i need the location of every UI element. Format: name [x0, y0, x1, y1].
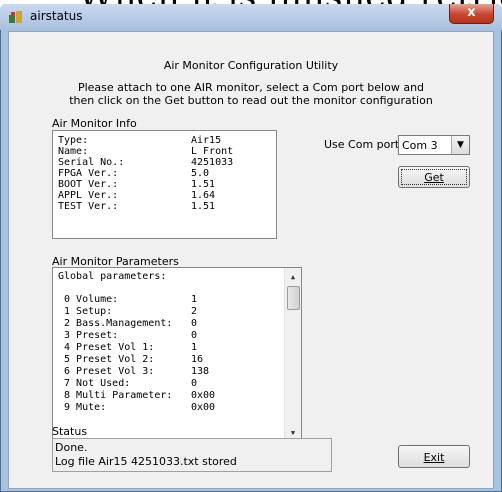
status-label: Status: [52, 425, 88, 438]
info-key: TEST Ver.:: [58, 201, 119, 212]
info-key: Serial No.:: [58, 157, 125, 168]
info-row: APPL Ver.: 1.64: [58, 190, 215, 201]
param-row: 0 Volume: 1: [58, 294, 197, 305]
get-button-label: Get: [424, 171, 444, 184]
param-value: 16: [191, 354, 204, 365]
param-value: 138: [191, 366, 210, 377]
param-key: 6 Preset Vol 3:: [58, 366, 155, 377]
info-key: Type:: [58, 135, 89, 146]
info-value: Air15: [191, 135, 222, 146]
app-heading: Air Monitor Configuration Utility: [163, 59, 339, 72]
param-value: 0: [191, 378, 198, 389]
param-value: 2: [191, 306, 198, 317]
scroll-up-icon[interactable]: ▲: [285, 270, 301, 284]
status-line-1: Done.: [55, 441, 88, 454]
info-row: FPGA Ver.: 5.0: [58, 168, 209, 179]
instructions-line-1: Please attach to one AIR monitor, select…: [77, 81, 425, 94]
com-port-label: Use Com port:: [324, 138, 403, 151]
param-row: 1 Setup: 2: [58, 306, 197, 317]
status-line-2: Log file Air15 4251033.txt stored: [55, 455, 237, 468]
param-row: 2 Bass.Management: 0: [58, 318, 197, 329]
info-value: 1.51: [191, 201, 216, 212]
info-key: FPGA Ver.:: [58, 168, 119, 179]
info-value: L Front: [191, 146, 234, 157]
param-row: 5 Preset Vol 2: 16: [58, 354, 203, 365]
info-key: APPL Ver.:: [58, 190, 119, 201]
param-value: 0: [191, 330, 198, 341]
info-row: Serial No.: 4251033: [58, 157, 233, 168]
params-scrollbar[interactable]: ▲ ▼: [284, 268, 301, 442]
param-row: 4 Preset Vol 1: 1: [58, 342, 197, 353]
param-value: 0: [191, 318, 198, 329]
info-row: Type: Air15: [58, 135, 221, 146]
close-button[interactable]: x: [449, 4, 494, 24]
info-value: 1.64: [191, 190, 216, 201]
param-key: 1 Setup:: [58, 306, 113, 317]
param-key: 2 Bass.Management:: [58, 318, 173, 329]
params-box[interactable]: Global parameters: 0 Volume: 1 1 Setup: 2 …: [52, 267, 302, 443]
info-label: Air Monitor Info: [52, 117, 137, 130]
info-box[interactable]: Type: Air15 Name: L Front Serial No.: 42510…: [52, 130, 277, 239]
app-icon: [9, 11, 22, 23]
com-port-value: Com 3: [402, 139, 438, 152]
param-row: 7 Not Used: 0: [58, 378, 197, 389]
info-key: BOOT Ver.:: [58, 179, 119, 190]
instructions-line-2: then click on the Get button to read out…: [69, 94, 433, 107]
info-key: Name:: [58, 146, 89, 157]
dropdown-arrow-icon[interactable]: ▼: [451, 136, 469, 154]
client-area: Air Monitor Configuration Utility Please…: [8, 31, 494, 489]
airstatus-window: airstatus x Air Monitor Configuration Ut…: [0, 4, 502, 492]
info-value: 4251033: [191, 157, 234, 168]
param-row: 8 Multi Parameter: 0x00: [58, 390, 215, 401]
info-value: 1.51: [191, 179, 216, 190]
info-row: Name: L Front: [58, 146, 233, 157]
scroll-thumb[interactable]: [287, 286, 300, 310]
param-key: 0 Volume:: [58, 294, 119, 305]
param-key: 9 Mute:: [58, 402, 107, 413]
info-row: BOOT Ver.: 1.51: [58, 179, 215, 190]
info-value: 5.0: [191, 168, 210, 179]
param-value: 1: [191, 342, 198, 353]
param-key: 5 Preset Vol 2:: [58, 354, 155, 365]
window-title: airstatus: [30, 9, 83, 23]
info-row: TEST Ver.: 1.51: [58, 201, 215, 212]
param-row: 9 Mute: 0x00: [58, 402, 215, 413]
param-key: 7 Not Used:: [58, 378, 131, 389]
close-icon: x: [467, 5, 476, 20]
params-heading: Global parameters:: [58, 271, 167, 282]
param-key: 4 Preset Vol 1:: [58, 342, 155, 353]
param-key: 3 Preset:: [58, 330, 119, 341]
param-row: 6 Preset Vol 3: 138: [58, 366, 209, 377]
status-box: Done. Log file Air15 4251033.txt stored: [52, 438, 332, 472]
param-key: 8 Multi Parameter:: [58, 390, 173, 401]
get-button[interactable]: Get: [398, 166, 470, 188]
com-port-select[interactable]: Com 3 ▼: [398, 135, 470, 155]
exit-button[interactable]: Exit: [398, 445, 470, 468]
exit-button-label: Exit: [423, 451, 445, 464]
param-value: 0x00: [191, 402, 216, 413]
title-bar[interactable]: airstatus x: [0, 4, 502, 30]
param-value: 1: [191, 294, 198, 305]
param-value: 0x00: [191, 390, 216, 401]
param-row: 3 Preset: 0: [58, 330, 197, 341]
